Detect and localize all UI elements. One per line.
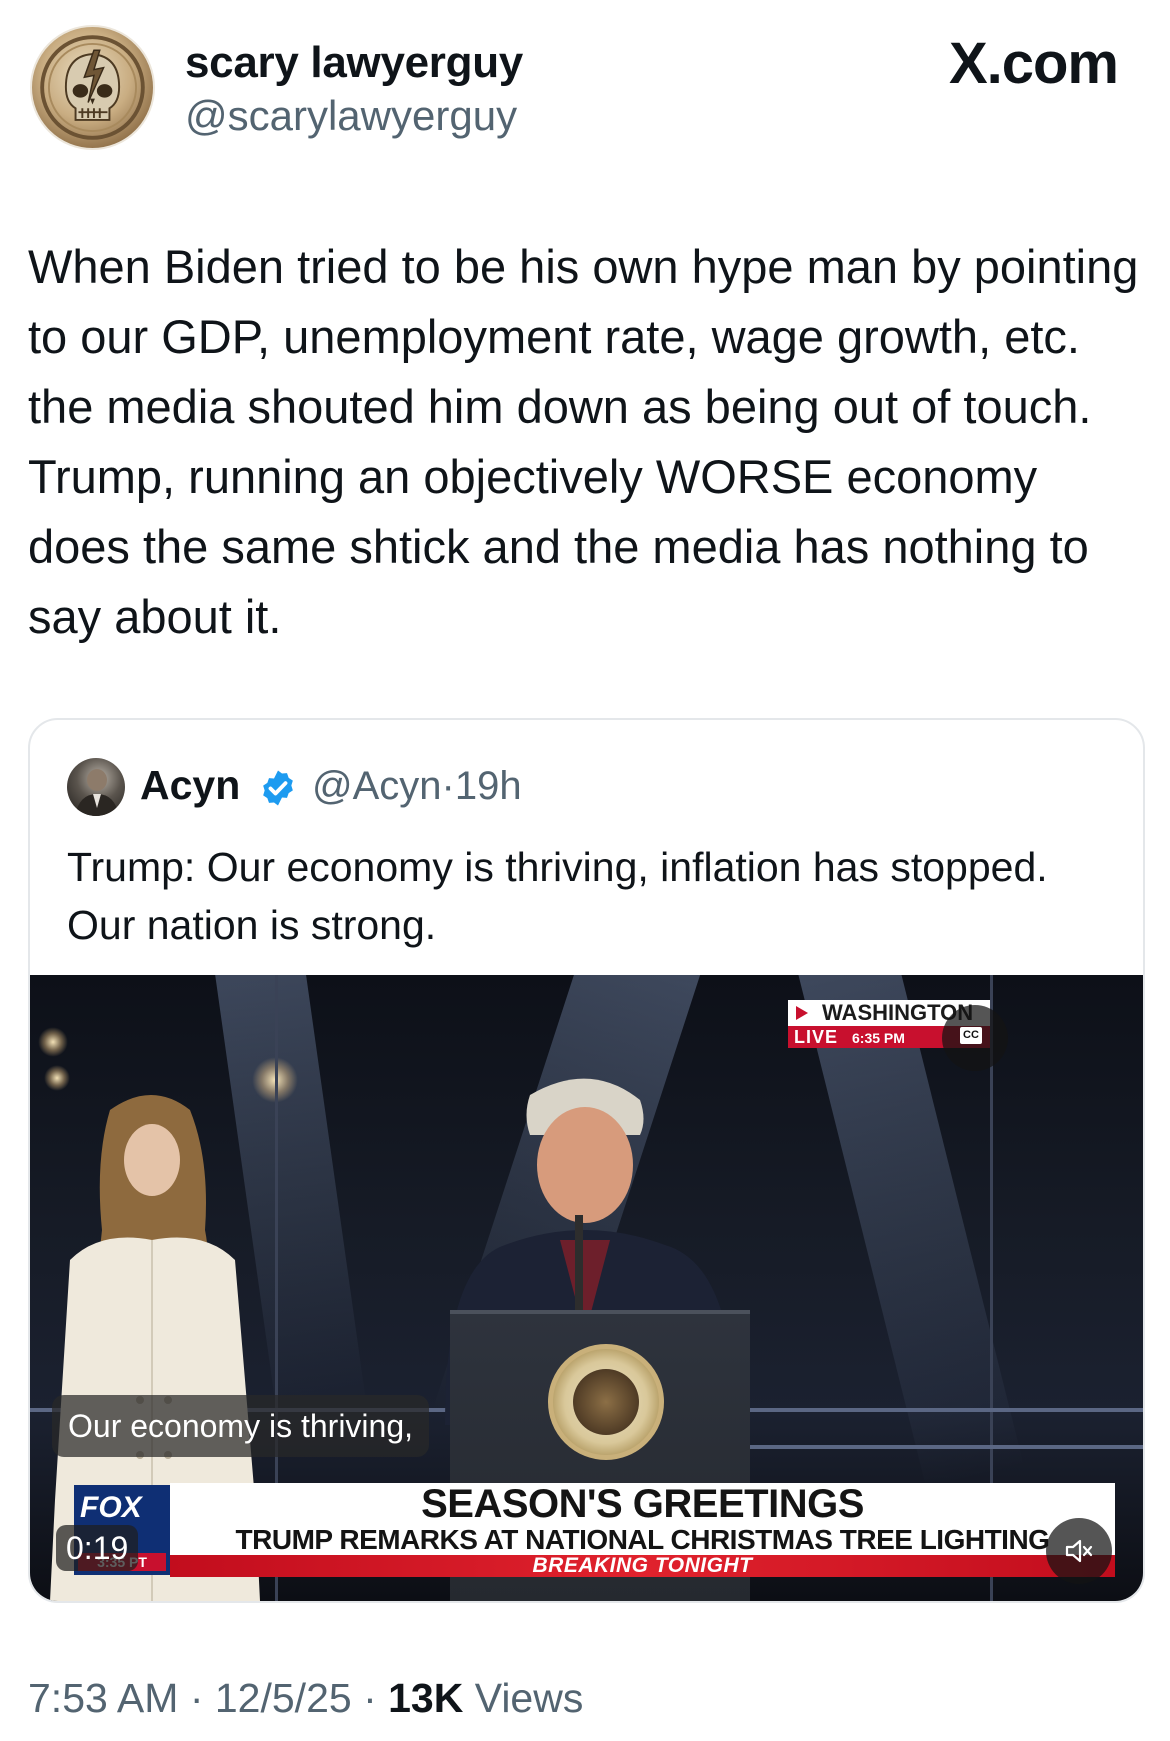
- author-display-name[interactable]: scary lawyerguy: [185, 38, 523, 88]
- quoted-post-age[interactable]: 19h: [455, 764, 522, 808]
- mute-button[interactable]: [1046, 1518, 1112, 1584]
- site-label: X.com: [948, 31, 1119, 96]
- live-time: 6:35 PM: [852, 1030, 905, 1046]
- video-duration: 0:19: [56, 1525, 139, 1571]
- chyron-subtitle: TRUMP REMARKS AT NATIONAL CHRISTMAS TREE…: [170, 1525, 1115, 1555]
- presidential-seal-icon: [548, 1344, 664, 1460]
- live-label: LIVE: [794, 1027, 839, 1047]
- stage-light: [38, 1027, 68, 1057]
- skull-logo-icon: [40, 35, 145, 140]
- person-photo-icon: [75, 769, 119, 816]
- quoted-author-avatar[interactable]: [67, 758, 125, 816]
- post-meta-footer: 7:53 AM · 12/5/25 · 13K Views: [28, 1675, 583, 1722]
- news-chyron: SEASON'S GREETINGS TRUMP REMARKS AT NATI…: [170, 1483, 1115, 1577]
- tweet-text: When Biden tried to be his own hype man …: [28, 240, 1139, 643]
- cc-icon: CC: [960, 1027, 982, 1044]
- post-screenshot: scary lawyerguy @scarylawyerguy X.com Wh…: [0, 0, 1170, 1741]
- post-time[interactable]: 7:53 AM: [28, 1675, 178, 1721]
- chyron-breaking: BREAKING TONIGHT: [170, 1555, 1115, 1577]
- meta-separator: ·: [441, 764, 455, 808]
- quoted-author-name[interactable]: Acyn: [140, 762, 240, 809]
- stage-railing: [750, 1445, 1143, 1449]
- stage-railing: [750, 1408, 1143, 1412]
- views-count: 13K: [388, 1675, 464, 1721]
- network-logo-text: FOX: [80, 1491, 142, 1524]
- speaker-muted-icon: [1065, 1539, 1093, 1563]
- quoted-post-card[interactable]: Acyn @Acyn·19h Trump: Our economy is thr…: [28, 718, 1145, 1603]
- quoted-post-text: Trump: Our economy is thriving, inflatio…: [67, 844, 1048, 948]
- chyron-title: SEASON'S GREETINGS: [170, 1483, 1115, 1525]
- footer-separator: ·: [178, 1675, 215, 1721]
- closed-captions-button[interactable]: CC: [942, 1005, 1008, 1071]
- quoted-author-handle[interactable]: @Acyn: [312, 764, 442, 808]
- verified-badge-icon: [263, 770, 293, 806]
- footer-separator: ·: [351, 1675, 389, 1721]
- post-date[interactable]: 12/5/25: [215, 1675, 352, 1721]
- video-caption: Our economy is thriving,: [52, 1395, 430, 1457]
- quoted-post-meta: @Acyn·19h: [312, 764, 522, 809]
- author-handle[interactable]: @scarylawyerguy: [185, 92, 517, 140]
- author-avatar[interactable]: [30, 25, 155, 150]
- views-label: Views: [463, 1675, 584, 1721]
- video-player[interactable]: WASHINGTON LIVE 6:35 PM CC Our economy is…: [30, 975, 1143, 1601]
